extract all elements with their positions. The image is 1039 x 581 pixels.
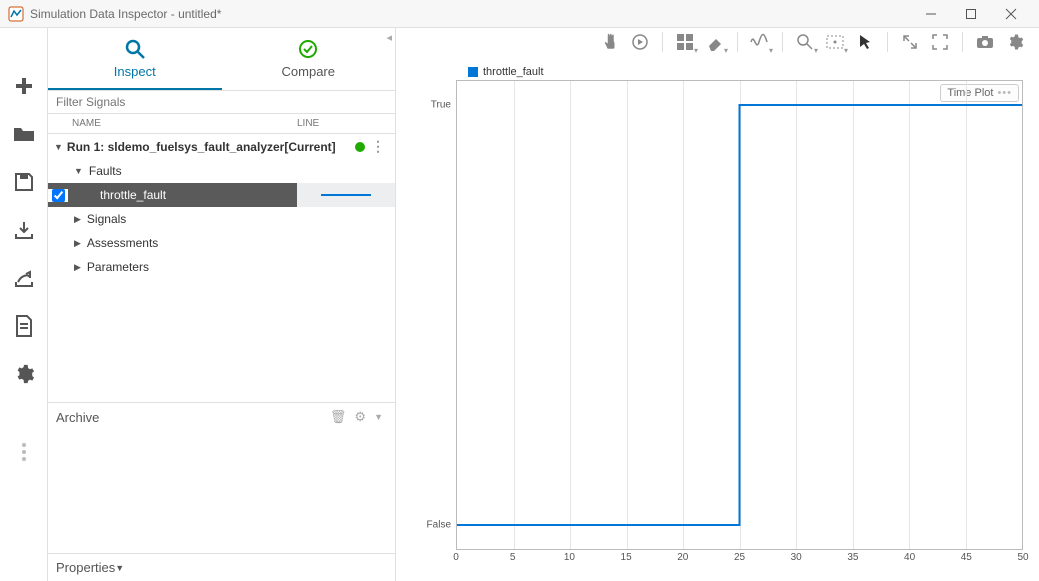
zoom-icon[interactable]: ▾ <box>791 28 819 56</box>
left-panel: ◂ Inspect Compare NAME LINE ▼ Run 1: sld… <box>48 28 396 581</box>
waveform-icon[interactable]: ▾ <box>746 28 774 56</box>
add-icon[interactable] <box>0 62 48 110</box>
plot-legend: throttle_fault <box>468 66 1027 78</box>
group-signals[interactable]: ▶ Signals <box>48 207 395 231</box>
chart-svg <box>457 81 1022 549</box>
ytick-false: False <box>427 520 457 531</box>
chevron-down-icon[interactable]: ▼ <box>115 563 124 573</box>
status-dot-icon <box>355 142 365 152</box>
filter-input[interactable] <box>48 91 395 113</box>
ytick-true: True <box>431 100 457 111</box>
pan-icon[interactable] <box>596 28 624 56</box>
tab-compare-label: Compare <box>282 64 335 79</box>
cursor-icon[interactable] <box>851 28 879 56</box>
run-menu-icon[interactable]: ⋮ <box>371 138 385 155</box>
group-label: Assessments <box>87 236 158 250</box>
left-iconbar <box>0 28 48 581</box>
chevron-down-icon[interactable]: ▼ <box>374 412 383 422</box>
signal-row[interactable]: throttle_fault <box>48 183 395 207</box>
group-parameters[interactable]: ▶ Parameters <box>48 255 395 279</box>
xtick: 15 <box>621 552 632 563</box>
chart-line <box>457 105 1022 525</box>
line-preview <box>297 183 395 207</box>
xtick: 0 <box>453 552 459 563</box>
fullscreen-icon[interactable] <box>926 28 954 56</box>
group-label: Faults <box>89 164 122 178</box>
app-icon <box>8 6 24 22</box>
report-icon[interactable] <box>0 302 48 350</box>
run-label: Run 1: sldemo_fuelsys_fault_analyzer[Cur… <box>67 140 336 154</box>
xtick: 5 <box>510 552 516 563</box>
folder-icon[interactable] <box>0 110 48 158</box>
col-line: LINE <box>297 118 395 129</box>
gear-icon[interactable] <box>1001 28 1029 56</box>
camera-icon[interactable] <box>971 28 999 56</box>
properties-label: Properties <box>56 560 115 575</box>
x-axis-ticks: 05101520253035404550 <box>456 550 1023 566</box>
caret-down-icon: ▼ <box>54 142 63 152</box>
column-headers: NAME LINE <box>48 114 395 134</box>
xtick: 50 <box>1017 552 1028 563</box>
expand-out-icon[interactable] <box>896 28 924 56</box>
signal-tree: ▼ Run 1: sldemo_fuelsys_fault_analyzer[C… <box>48 134 395 402</box>
fit-icon[interactable]: ▾ <box>821 28 849 56</box>
trash-icon[interactable]: 🗑 <box>330 409 347 425</box>
export-icon[interactable] <box>0 254 48 302</box>
xtick: 10 <box>564 552 575 563</box>
save-icon[interactable] <box>0 158 48 206</box>
archive-body <box>48 431 395 553</box>
legend-label: throttle_fault <box>483 66 544 78</box>
plot-toolbar: ▾ ▾ ▾ ▾ ▾ <box>396 28 1039 56</box>
caret-right-icon: ▶ <box>74 238 81 249</box>
tab-inspect[interactable]: Inspect <box>48 28 222 90</box>
plot-area: ▾ ▾ ▾ ▾ ▾ throttle_fault Time Plot••• Tr… <box>396 28 1039 581</box>
xtick: 25 <box>734 552 745 563</box>
more-icon[interactable] <box>0 428 48 476</box>
search-icon <box>124 38 146 60</box>
check-circle-icon <box>297 38 319 60</box>
caret-down-icon: ▼ <box>74 166 83 176</box>
caret-right-icon: ▶ <box>74 214 81 225</box>
group-assessments[interactable]: ▶ Assessments <box>48 231 395 255</box>
group-faults[interactable]: ▼ Faults <box>48 159 395 183</box>
tab-compare[interactable]: Compare <box>222 28 396 90</box>
legend-swatch <box>468 67 478 77</box>
maximize-button[interactable] <box>951 0 991 28</box>
layout-grid-icon[interactable]: ▾ <box>671 28 699 56</box>
window-title: Simulation Data Inspector - untitled* <box>30 7 911 21</box>
xtick: 40 <box>904 552 915 563</box>
settings-icon[interactable] <box>0 350 48 398</box>
col-name: NAME <box>68 118 297 129</box>
signal-name: throttle_fault <box>68 188 297 202</box>
archive-label: Archive <box>56 410 99 425</box>
titlebar: Simulation Data Inspector - untitled* <box>0 0 1039 28</box>
play-circle-icon[interactable] <box>626 28 654 56</box>
properties-header[interactable]: Properties ▼ <box>48 553 395 581</box>
chart[interactable]: Time Plot••• True False <box>456 80 1023 550</box>
group-label: Signals <box>87 212 126 226</box>
xtick: 35 <box>847 552 858 563</box>
signal-checkbox[interactable] <box>52 189 65 202</box>
run-row[interactable]: ▼ Run 1: sldemo_fuelsys_fault_analyzer[C… <box>48 134 395 159</box>
xtick: 45 <box>961 552 972 563</box>
gear-icon[interactable]: ⚙ <box>354 409 366 425</box>
xtick: 20 <box>677 552 688 563</box>
collapse-panel-icon[interactable]: ◂ <box>386 31 392 44</box>
group-label: Parameters <box>87 260 149 274</box>
minimize-button[interactable] <box>911 0 951 28</box>
eraser-icon[interactable]: ▾ <box>701 28 729 56</box>
import-icon[interactable] <box>0 206 48 254</box>
archive-header[interactable]: Archive 🗑 ⚙ ▼ <box>48 402 395 431</box>
xtick: 30 <box>791 552 802 563</box>
tab-inspect-label: Inspect <box>114 64 156 79</box>
close-button[interactable] <box>991 0 1031 28</box>
caret-right-icon: ▶ <box>74 262 81 273</box>
